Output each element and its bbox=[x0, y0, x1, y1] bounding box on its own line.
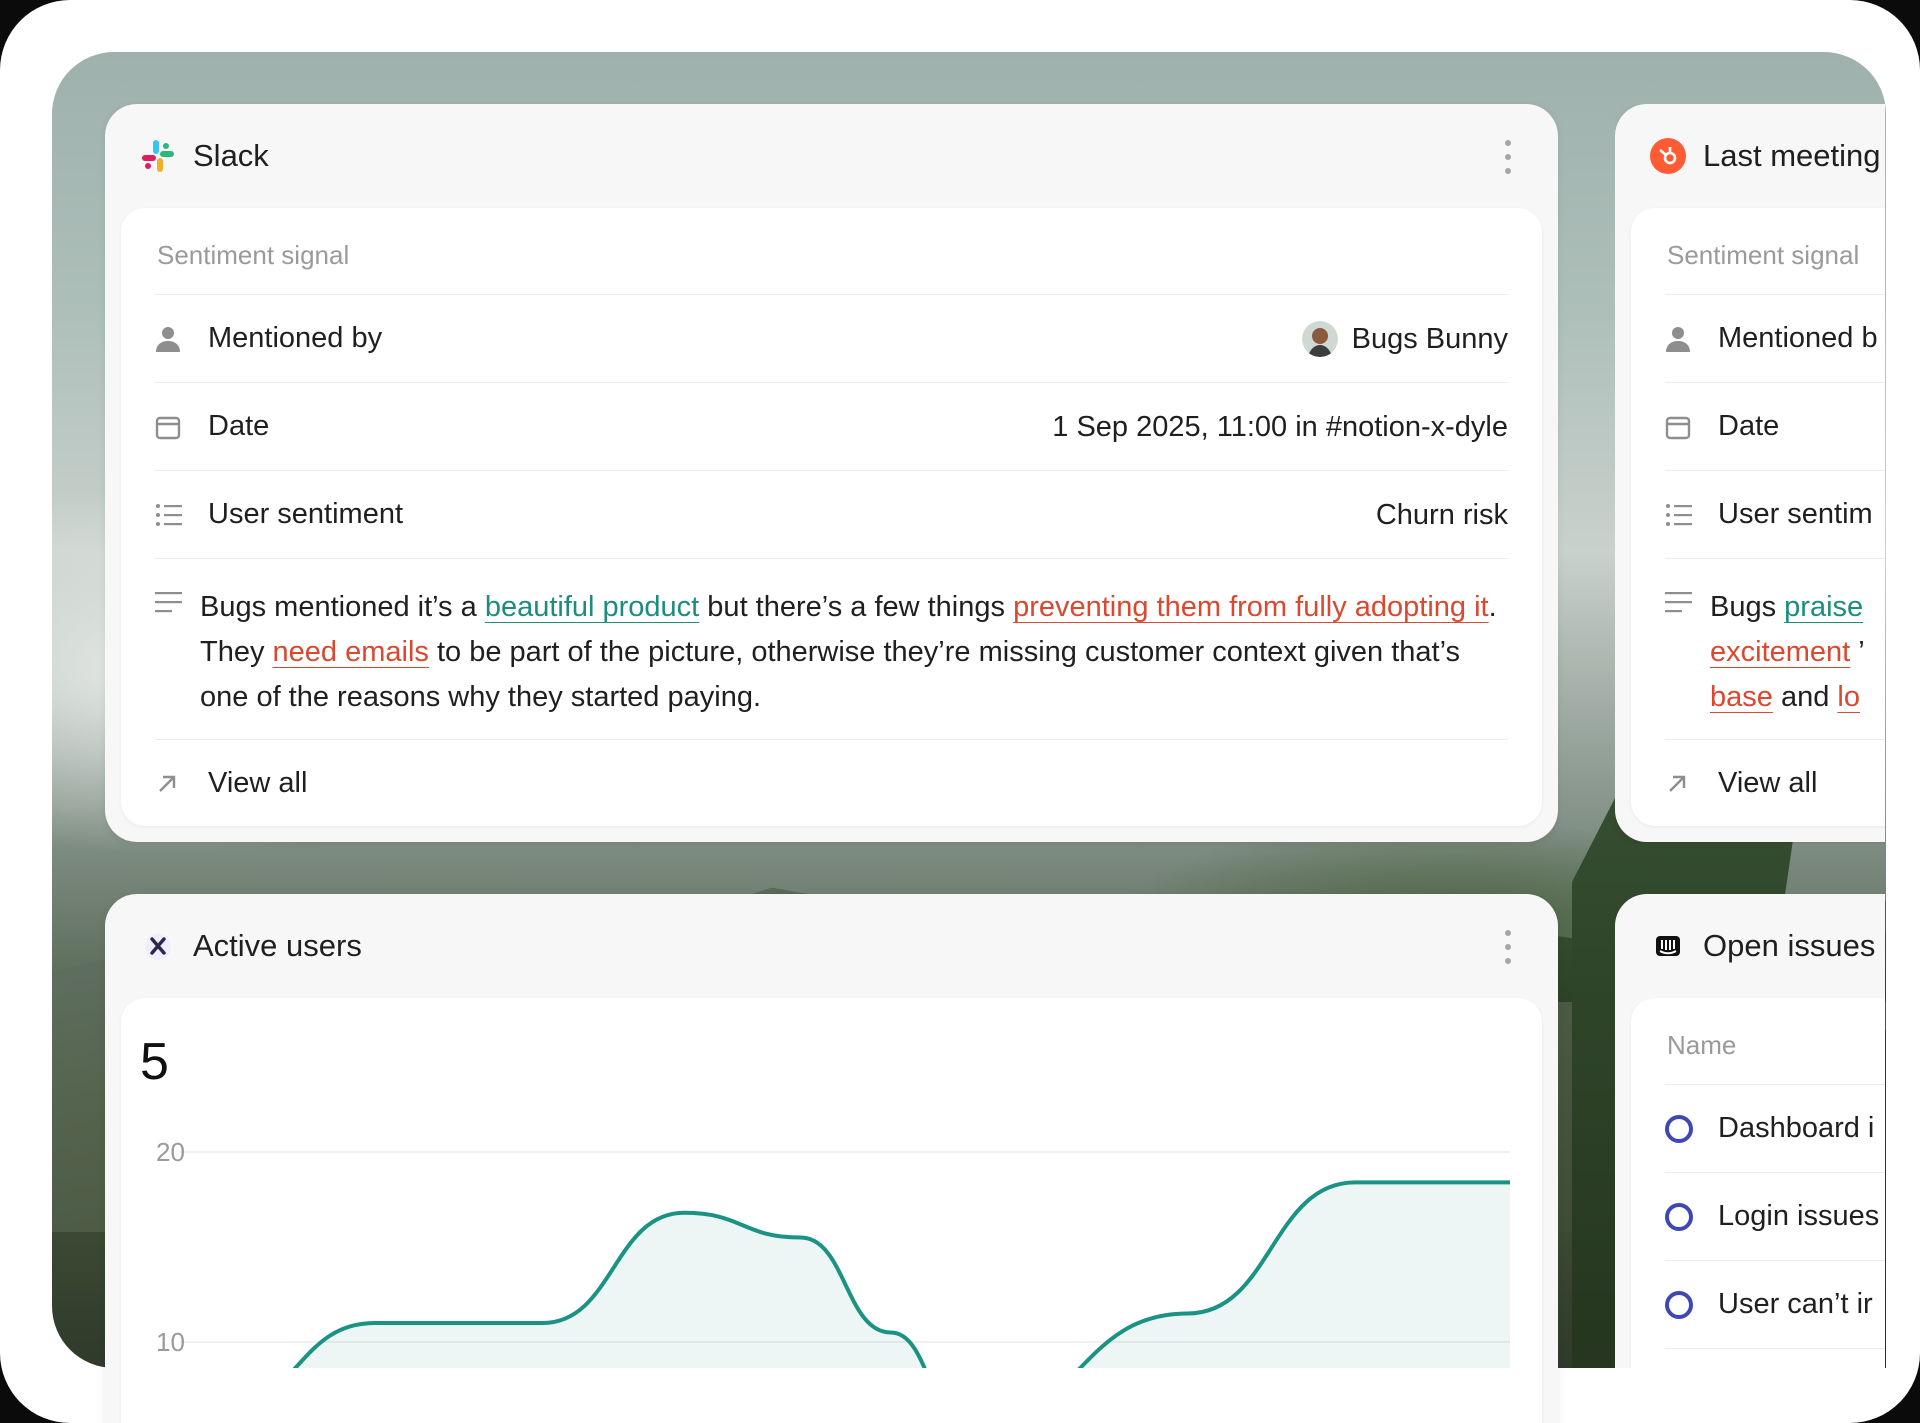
arrow-up-right-icon bbox=[1665, 772, 1701, 796]
app-frame: Slack Sentiment signal Mentioned by Bugs… bbox=[0, 0, 1920, 1423]
row-label: Date bbox=[1718, 410, 1780, 442]
view-all-row[interactable]: View all bbox=[155, 739, 1508, 826]
chart-area-fill bbox=[295, 1182, 1510, 1368]
user-sentiment-row: User sentiment Churn risk bbox=[155, 470, 1508, 558]
slack-icon bbox=[139, 137, 177, 175]
mentioned-by-value[interactable]: Bugs Bunny bbox=[1301, 295, 1508, 383]
active-users-card-header: Active users bbox=[105, 894, 1558, 998]
positive-highlight[interactable]: beautiful product bbox=[485, 591, 699, 623]
negative-highlight[interactable]: need emails bbox=[273, 636, 429, 668]
negative-highlight[interactable]: base bbox=[1710, 681, 1773, 713]
view-all-link[interactable]: View all bbox=[208, 767, 307, 800]
issue-name: Login issues bbox=[1718, 1200, 1880, 1232]
person-icon bbox=[155, 325, 191, 353]
section-label: Sentiment signal bbox=[157, 240, 350, 270]
issues-card-header: Open issues bbox=[1615, 894, 1885, 998]
row-label: User sentiment bbox=[208, 498, 404, 530]
view-all-link[interactable]: View all bbox=[1718, 767, 1817, 800]
slack-card-body: Sentiment signal Mentioned by Bugs Bunny bbox=[121, 208, 1542, 826]
issues-card-clip: Open issues Name Dashboard i Login issue… bbox=[1615, 894, 1885, 1368]
issue-row[interactable]: Login issues bbox=[1665, 1172, 1885, 1260]
more-options-icon[interactable] bbox=[1502, 930, 1514, 964]
meeting-card-header: Last meeting bbox=[1615, 104, 1885, 208]
text-icon bbox=[155, 585, 183, 613]
card-title: Last meeting bbox=[1703, 138, 1881, 173]
slack-card-header: Slack bbox=[105, 104, 1558, 208]
calendar-icon bbox=[155, 414, 191, 440]
mentioned-by-row: Mentioned b bbox=[1665, 294, 1885, 382]
row-label: Mentioned b bbox=[1718, 322, 1878, 354]
user-sentiment-row: User sentim bbox=[1665, 470, 1885, 558]
summary-text: Bugs mentioned it’s a beautiful product … bbox=[200, 591, 1497, 713]
issue-name: Dashboard i bbox=[1718, 1112, 1875, 1144]
issue-row[interactable]: User can’t ir bbox=[1665, 1260, 1885, 1348]
row-label: User sentim bbox=[1718, 498, 1873, 530]
sentiment-value[interactable]: Churn risk bbox=[1376, 471, 1508, 559]
issue-name: User can’t ir bbox=[1718, 1288, 1873, 1320]
date-value: 1 Sep 2025, 11:00 in #notion-x-dyle bbox=[1052, 410, 1508, 443]
slack-card: Slack Sentiment signal Mentioned by Bugs… bbox=[105, 104, 1558, 842]
column-label: Name bbox=[1667, 1030, 1737, 1060]
meeting-card: Last meeting Sentiment signal Mentioned … bbox=[1615, 104, 1885, 842]
issue-row bbox=[1665, 1348, 1885, 1368]
y-tick-label: 20 bbox=[156, 1137, 185, 1167]
section-label: Sentiment signal bbox=[1667, 240, 1860, 270]
calendar-icon bbox=[1665, 414, 1701, 440]
negative-highlight[interactable]: excitement bbox=[1710, 636, 1850, 668]
date-row: Date 1 Sep 2025, 11:00 in #notion-x-dyle bbox=[155, 382, 1508, 470]
card-title: Open issues bbox=[1703, 928, 1876, 963]
arrow-up-right-icon bbox=[155, 772, 191, 796]
date-row: Date bbox=[1665, 382, 1885, 470]
intercom-icon bbox=[139, 927, 177, 965]
status-circle-icon bbox=[1665, 1290, 1701, 1319]
linear-icon bbox=[1649, 927, 1687, 965]
issues-card: Open issues Name Dashboard i Login issue… bbox=[1615, 894, 1885, 1368]
negative-highlight[interactable]: lo bbox=[1837, 681, 1860, 713]
view-all-row[interactable]: View all bbox=[1665, 739, 1885, 826]
list-icon bbox=[155, 503, 191, 527]
card-title: Active users bbox=[193, 928, 362, 963]
meeting-card-body: Sentiment signal Mentioned b Date User s… bbox=[1631, 208, 1885, 826]
negative-highlight[interactable]: preventing them from fully adopting it bbox=[1013, 591, 1489, 623]
mentioned-by-name: Bugs Bunny bbox=[1351, 322, 1508, 355]
meeting-card-clip: Last meeting Sentiment signal Mentioned … bbox=[1615, 104, 1885, 844]
mentioned-by-row: Mentioned by Bugs Bunny bbox=[155, 294, 1508, 382]
row-label: Date bbox=[208, 410, 270, 442]
positive-highlight[interactable]: praise bbox=[1784, 591, 1863, 623]
status-circle-icon bbox=[1665, 1114, 1701, 1143]
summary-row: Bugs praise excitement ’ base and lo bbox=[1665, 558, 1885, 739]
active-users-chart: 2010 bbox=[156, 1137, 1510, 1368]
status-circle-icon bbox=[1665, 1202, 1701, 1231]
issues-card-body: Name Dashboard i Login issues User can’t… bbox=[1631, 998, 1885, 1368]
hubspot-icon bbox=[1649, 137, 1687, 175]
issue-row[interactable]: Dashboard i bbox=[1665, 1084, 1885, 1172]
y-tick-label: 10 bbox=[156, 1327, 185, 1357]
summary-row: Bugs mentioned it’s a beautiful product … bbox=[155, 558, 1508, 739]
more-options-icon[interactable] bbox=[1502, 140, 1514, 174]
avatar bbox=[1301, 321, 1338, 357]
card-title: Slack bbox=[193, 138, 269, 173]
active-users-count: 5 bbox=[140, 1033, 169, 1091]
person-icon bbox=[1665, 325, 1701, 353]
summary-text: Bugs praise excitement ’ base and lo bbox=[1710, 591, 1865, 713]
list-icon bbox=[1665, 503, 1701, 527]
text-icon bbox=[1665, 585, 1693, 613]
row-label: Mentioned by bbox=[208, 322, 383, 354]
